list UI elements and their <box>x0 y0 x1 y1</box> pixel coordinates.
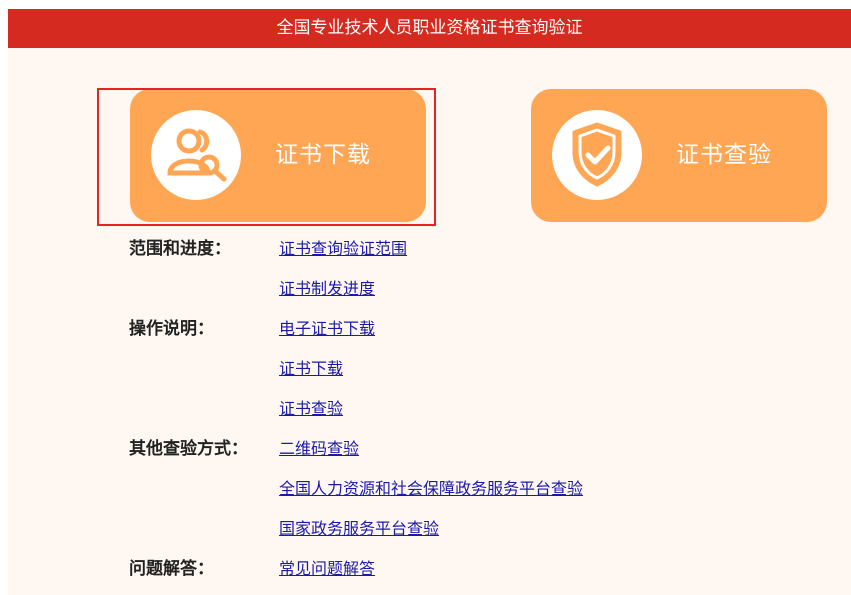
instructions-label: 操作说明： <box>129 319 214 339</box>
other-methods-label: 其他查验方式： <box>129 439 248 459</box>
link-certificate-download[interactable]: 证书下载 <box>279 358 343 380</box>
certificate-verify-button[interactable]: 证书查验 <box>531 89 827 222</box>
link-national-platform-verify[interactable]: 国家政务服务平台查验 <box>279 518 439 540</box>
link-issuance-progress[interactable]: 证书制发进度 <box>279 278 375 300</box>
certificate-download-button[interactable]: 证书下载 <box>130 89 426 222</box>
link-certificate-verify[interactable]: 证书查验 <box>279 398 343 420</box>
link-query-scope[interactable]: 证书查询验证范围 <box>279 238 407 260</box>
user-search-icon-circle <box>151 110 241 200</box>
link-hrss-platform-verify[interactable]: 全国人力资源和社会保障政务服务平台查验 <box>279 478 583 500</box>
faq-label: 问题解答： <box>129 559 214 579</box>
link-qr-verify[interactable]: 二维码查验 <box>279 438 359 460</box>
scope-label: 范围和进度： <box>129 239 231 259</box>
shield-check-icon <box>572 122 622 187</box>
shield-check-icon-circle <box>552 110 642 200</box>
certificate-download-label: 证书下载 <box>275 142 371 168</box>
user-search-icon <box>167 128 227 182</box>
certificate-verify-label: 证书查验 <box>676 142 772 168</box>
page: 全国专业技术人员职业资格证书查询验证 证书下载 证书查验 范围和进度： 证书查询… <box>8 9 851 595</box>
page-header: 全国专业技术人员职业资格证书查询验证 <box>8 9 851 48</box>
link-faq[interactable]: 常见问题解答 <box>279 558 375 580</box>
link-e-certificate-download[interactable]: 电子证书下载 <box>279 318 375 340</box>
page-title: 全国专业技术人员职业资格证书查询验证 <box>276 18 583 38</box>
